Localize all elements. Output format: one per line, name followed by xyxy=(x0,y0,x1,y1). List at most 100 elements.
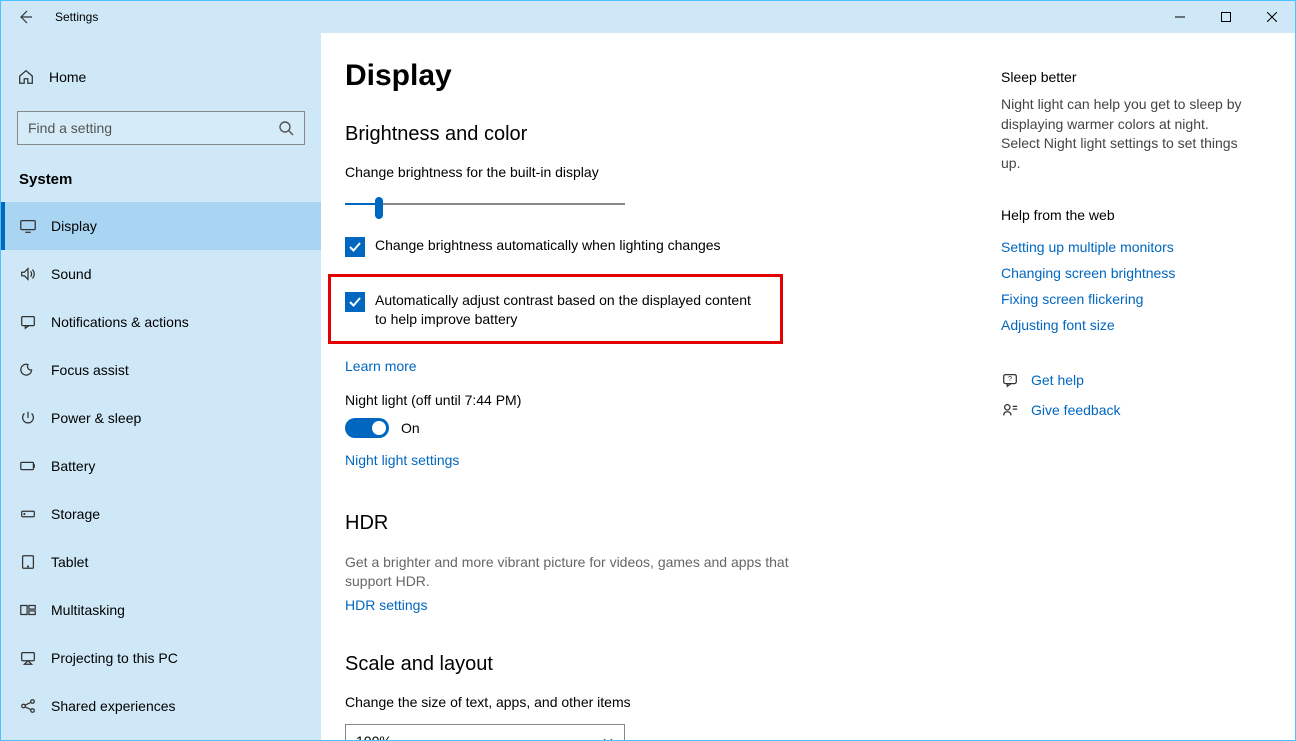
right-column: Sleep better Night light can help you ge… xyxy=(1001,33,1266,740)
help-links: Setting up multiple monitors Changing sc… xyxy=(1001,239,1246,333)
learn-more-link[interactable]: Learn more xyxy=(345,358,417,374)
main-area: Display Brightness and color Change brig… xyxy=(321,33,1295,740)
sidebar-item-sound[interactable]: Sound xyxy=(1,250,321,298)
sidebar-item-notifications[interactable]: Notifications & actions xyxy=(1,298,321,346)
brightness-slider[interactable] xyxy=(345,194,625,216)
nav-label: Shared experiences xyxy=(51,698,176,714)
scale-label: Change the size of text, apps, and other… xyxy=(345,694,977,710)
minimize-button[interactable] xyxy=(1157,1,1203,33)
share-icon xyxy=(19,697,37,715)
give-feedback-link[interactable]: Give feedback xyxy=(1031,402,1121,418)
help-link-monitors[interactable]: Setting up multiple monitors xyxy=(1001,239,1246,255)
window-controls xyxy=(1157,1,1295,33)
multitasking-icon xyxy=(19,601,37,619)
search-input[interactable] xyxy=(28,120,278,136)
help-link-brightness[interactable]: Changing screen brightness xyxy=(1001,265,1246,281)
projecting-icon xyxy=(19,649,37,667)
sleep-better-heading: Sleep better xyxy=(1001,69,1246,85)
sleep-better-text: Night light can help you get to sleep by… xyxy=(1001,95,1246,173)
check-icon xyxy=(348,295,362,309)
close-button[interactable] xyxy=(1249,1,1295,33)
close-icon xyxy=(1267,12,1277,22)
slider-thumb[interactable] xyxy=(375,197,383,219)
help-icon: ? xyxy=(1001,371,1019,389)
battery-icon xyxy=(19,457,37,475)
nav-label: Focus assist xyxy=(51,362,129,378)
night-light-label: Night light (off until 7:44 PM) xyxy=(345,392,977,408)
back-button[interactable] xyxy=(1,1,49,33)
highlight-annotation: Automatically adjust contrast based on t… xyxy=(328,274,783,344)
sidebar-section-label: System xyxy=(19,171,321,188)
night-light-toggle[interactable] xyxy=(345,418,389,438)
auto-brightness-checkbox[interactable] xyxy=(345,237,365,257)
sidebar-item-focus-assist[interactable]: Focus assist xyxy=(1,346,321,394)
night-light-toggle-row: On xyxy=(345,418,977,438)
nav-label: Tablet xyxy=(51,554,88,570)
display-icon xyxy=(19,217,37,235)
nav-label: Storage xyxy=(51,506,100,522)
auto-contrast-row[interactable]: Automatically adjust contrast based on t… xyxy=(345,291,766,329)
settings-window: Settings Home System Display Sound Notif… xyxy=(0,0,1296,741)
auto-contrast-checkbox[interactable] xyxy=(345,292,365,312)
nav-label: Multitasking xyxy=(51,602,125,618)
nav-label: Display xyxy=(51,218,97,234)
get-help-link[interactable]: Get help xyxy=(1031,372,1084,388)
slider-fill xyxy=(345,203,379,205)
sidebar-item-tablet[interactable]: Tablet xyxy=(1,538,321,586)
page-title: Display xyxy=(345,59,977,93)
help-link-flickering[interactable]: Fixing screen flickering xyxy=(1001,291,1246,307)
titlebar: Settings xyxy=(1,1,1295,33)
scale-heading: Scale and layout xyxy=(345,653,977,676)
notifications-icon xyxy=(19,313,37,331)
focus-assist-icon xyxy=(19,361,37,379)
nav-label: Projecting to this PC xyxy=(51,650,178,666)
tablet-icon xyxy=(19,553,37,571)
hdr-description: Get a brighter and more vibrant picture … xyxy=(345,553,805,591)
give-feedback-row[interactable]: Give feedback xyxy=(1001,401,1246,419)
check-icon xyxy=(348,240,362,254)
nav-label: Sound xyxy=(51,266,91,282)
scale-value: 100% xyxy=(356,733,392,740)
chevron-down-icon xyxy=(602,735,614,740)
sidebar-item-projecting[interactable]: Projecting to this PC xyxy=(1,634,321,682)
nav-label: Battery xyxy=(51,458,95,474)
hdr-heading: HDR xyxy=(345,512,977,535)
auto-brightness-row[interactable]: Change brightness automatically when lig… xyxy=(345,236,977,257)
night-light-settings-link[interactable]: Night light settings xyxy=(345,452,459,468)
feedback-icon xyxy=(1001,401,1019,419)
home-button[interactable]: Home xyxy=(1,57,321,97)
home-label: Home xyxy=(49,69,86,85)
brightness-heading: Brightness and color xyxy=(345,123,977,146)
nav-list: Display Sound Notifications & actions Fo… xyxy=(1,202,321,740)
auto-contrast-label: Automatically adjust contrast based on t… xyxy=(375,291,766,329)
arrow-left-icon xyxy=(17,9,33,25)
nav-label: Notifications & actions xyxy=(51,314,189,330)
sidebar-item-battery[interactable]: Battery xyxy=(1,442,321,490)
scale-select[interactable]: 100% xyxy=(345,724,625,740)
sidebar-item-multitasking[interactable]: Multitasking xyxy=(1,586,321,634)
slider-track xyxy=(345,203,625,205)
sidebar-item-power-sleep[interactable]: Power & sleep xyxy=(1,394,321,442)
minimize-icon xyxy=(1175,12,1185,22)
sidebar-item-display[interactable]: Display xyxy=(1,202,321,250)
help-heading: Help from the web xyxy=(1001,207,1246,223)
maximize-button[interactable] xyxy=(1203,1,1249,33)
search-icon xyxy=(278,120,294,136)
get-help-row[interactable]: ? Get help xyxy=(1001,371,1246,389)
body: Home System Display Sound Notifications … xyxy=(1,33,1295,740)
sidebar-item-storage[interactable]: Storage xyxy=(1,490,321,538)
hdr-settings-link[interactable]: HDR settings xyxy=(345,597,427,613)
search-box[interactable] xyxy=(17,111,305,145)
nav-label: Power & sleep xyxy=(51,410,141,426)
auto-brightness-label: Change brightness automatically when lig… xyxy=(375,236,721,255)
svg-text:?: ? xyxy=(1008,374,1012,383)
help-link-font[interactable]: Adjusting font size xyxy=(1001,317,1246,333)
maximize-icon xyxy=(1221,12,1231,22)
sound-icon xyxy=(19,265,37,283)
home-icon xyxy=(17,68,35,86)
content: Display Brightness and color Change brig… xyxy=(321,33,1001,740)
power-icon xyxy=(19,409,37,427)
sidebar-item-shared-experiences[interactable]: Shared experiences xyxy=(1,682,321,730)
sidebar: Home System Display Sound Notifications … xyxy=(1,33,321,740)
titlebar-left: Settings xyxy=(1,1,1157,33)
